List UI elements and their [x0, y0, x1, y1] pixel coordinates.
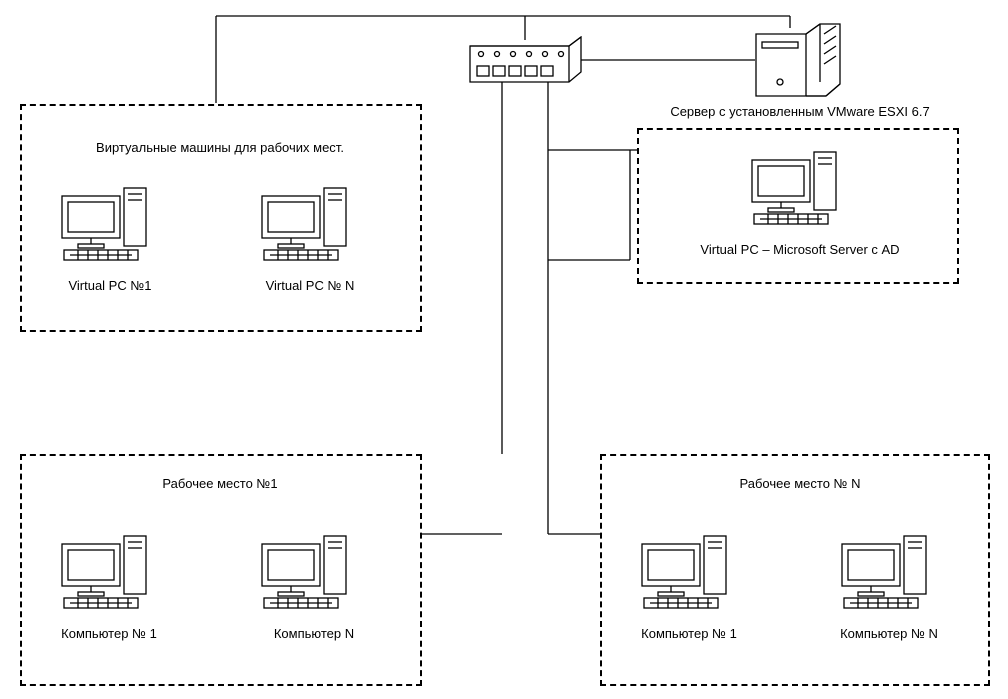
computer-icon: [640, 534, 730, 614]
vpcN-label: Virtual PC № N: [250, 278, 370, 293]
computer-icon: [260, 186, 350, 266]
computer-icon: [260, 534, 350, 614]
computer-icon: [750, 150, 840, 230]
ad-label: Virtual PC – Microsoft Server с AD: [670, 242, 930, 257]
workstation1-title: Рабочее место №1: [120, 476, 320, 491]
vpc1-label: Virtual PC №1: [50, 278, 170, 293]
ws1-pc1-label: Компьютер № 1: [44, 626, 174, 641]
switch-icon: [469, 36, 583, 86]
wsN-pc1-label: Компьютер № 1: [624, 626, 754, 641]
workstationN-title: Рабочее место № N: [700, 476, 900, 491]
server-icon: [754, 22, 842, 100]
wsN-pcN-label: Компьютер № N: [824, 626, 954, 641]
computer-icon: [60, 534, 150, 614]
server-label: Сервер с установленным VMware ESXI 6.7: [640, 104, 960, 119]
computer-icon: [840, 534, 930, 614]
vm-group-title: Виртуальные машины для рабочих мест.: [60, 140, 380, 155]
computer-icon: [60, 186, 150, 266]
ws1-pcN-label: Компьютер N: [254, 626, 374, 641]
network-diagram: Сервер с установленным VMware ESXI 6.7 В…: [0, 0, 1008, 699]
